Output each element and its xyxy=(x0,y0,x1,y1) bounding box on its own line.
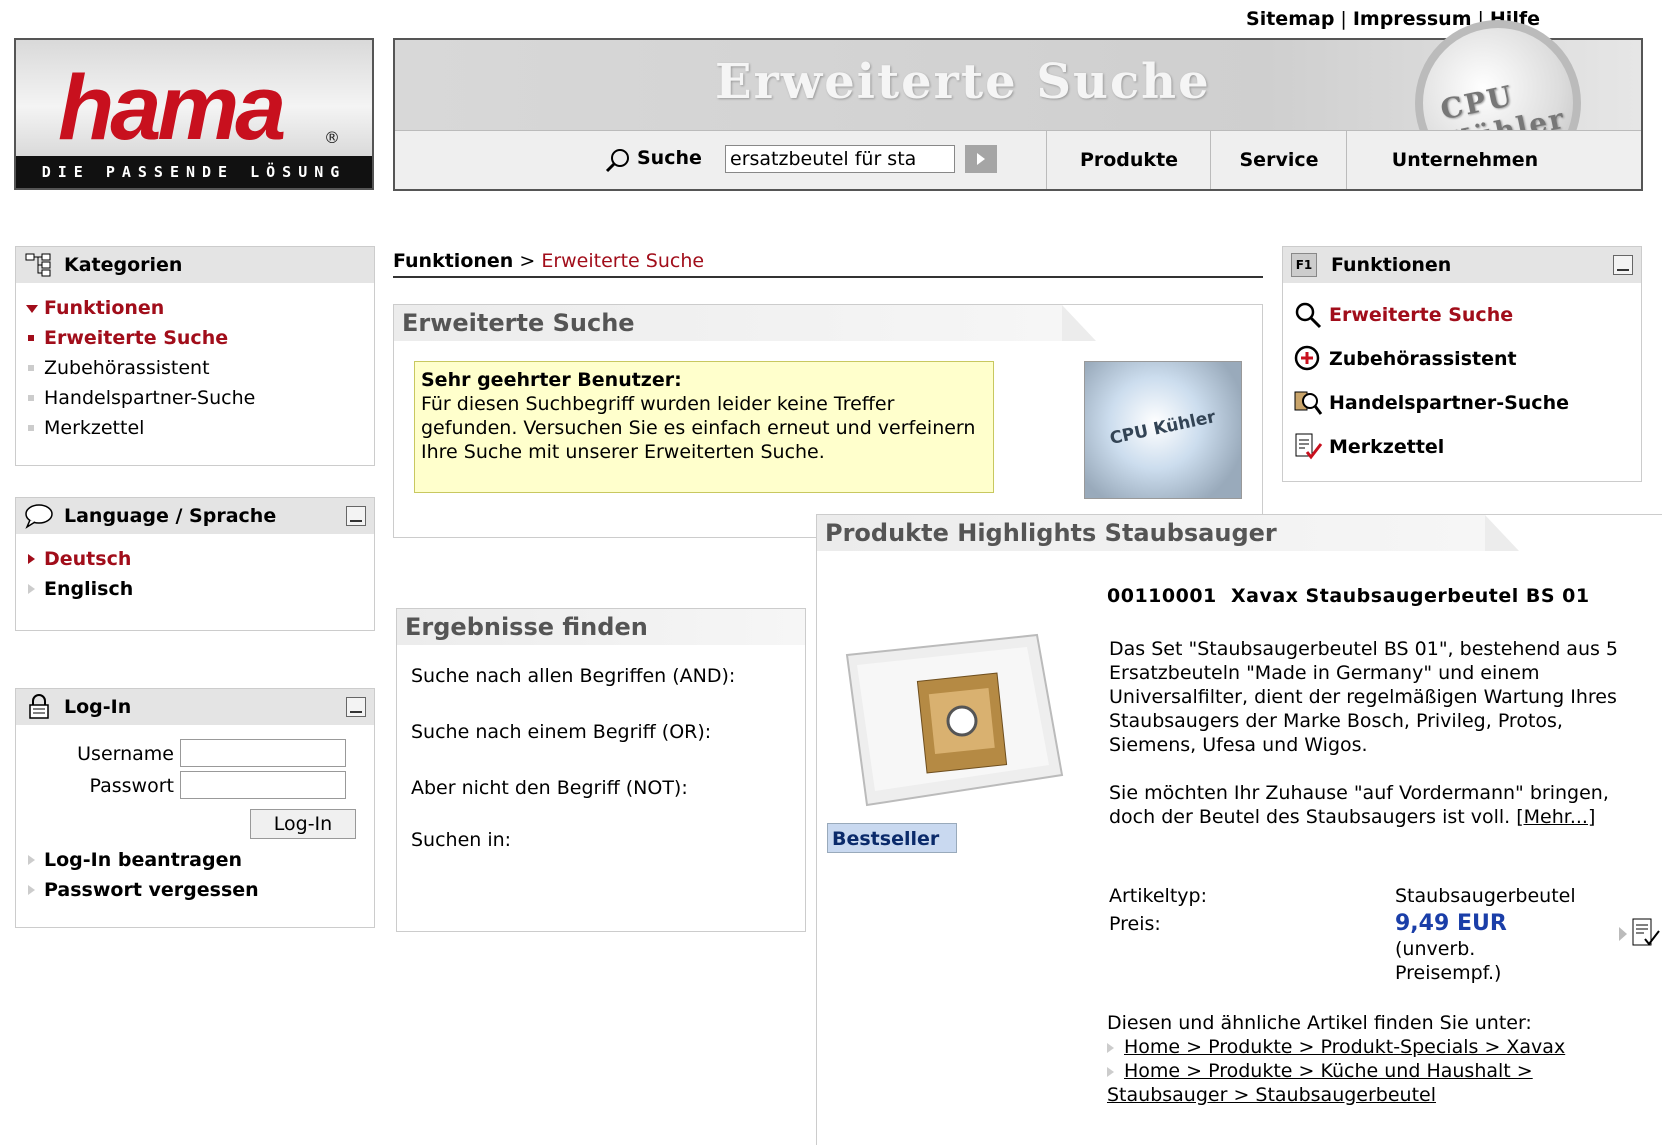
cpu-cooler-image: CPU Kühler xyxy=(1084,361,1242,499)
categories-box: Kategorien Funktionen Erweiterte Suche Z… xyxy=(15,246,375,466)
no-results-notice: Sehr geehrter Benutzer: Für diesen Suchb… xyxy=(414,361,994,493)
language-englisch[interactable]: Englisch xyxy=(26,574,364,604)
lock-icon xyxy=(29,694,49,719)
login-header: Log-In xyxy=(16,689,374,725)
search-submit-button[interactable] xyxy=(965,145,997,173)
login-request-link[interactable]: Log-In beantragen xyxy=(26,845,356,875)
minimize-button[interactable] xyxy=(1613,255,1633,275)
banner-title: Erweiterte Suche xyxy=(715,54,1211,110)
plus-circle-icon xyxy=(1294,345,1320,371)
price-label: Preis: xyxy=(1109,913,1161,935)
login-button[interactable]: Log-In xyxy=(250,809,356,839)
highlights-title: Produkte Highlights Staubsauger xyxy=(817,515,1519,551)
logo-brand: hama xyxy=(58,57,286,159)
type-label: Artikeltyp: xyxy=(1109,885,1207,907)
forgot-password-link[interactable]: Passwort vergessen xyxy=(26,875,356,905)
function-erweiterte-suche[interactable]: Erweiterte Suche xyxy=(1293,293,1631,337)
category-path-link[interactable]: Home > Produkte > Produkt-Specials > Xav… xyxy=(1124,1036,1565,1058)
language-title: Language / Sprache xyxy=(64,505,277,527)
header-nav-bar: Suche Produkte Service Unternehmen xyxy=(395,130,1641,189)
category-path-link[interactable]: Home > Produkte > Küche und Haushalt > xyxy=(1124,1060,1533,1082)
category-paths: Diesen und ähnliche Artikel finden Sie u… xyxy=(1107,1011,1565,1107)
product-title[interactable]: 00110001 Xavax Staubsaugerbeutel BS 01 xyxy=(1107,585,1590,607)
results-panel: Ergebnisse finden Suche nach allen Begri… xyxy=(396,608,806,932)
see-also-label: Diesen und ähnliche Artikel finden Sie u… xyxy=(1107,1012,1532,1034)
search-panel: Erweiterte Suche Sehr geehrter Benutzer:… xyxy=(393,304,1263,538)
and-search-label: Suche nach allen Begriffen (AND): xyxy=(411,665,736,687)
nav-unternehmen[interactable]: Unternehmen xyxy=(1346,131,1583,189)
breadcrumb-parent[interactable]: Funktionen xyxy=(393,250,513,272)
nav-produkte[interactable]: Produkte xyxy=(1046,131,1211,189)
login-box: Log-In Username Passwort Log-In Log-In b… xyxy=(15,688,375,928)
functions-box: F1 Funktionen Erweiterte Suche Zubehöras… xyxy=(1282,246,1642,482)
magnifier-icon xyxy=(1295,302,1322,329)
hama-logo[interactable]: hama ® DIE PASSENDE LÖSUNG xyxy=(14,38,374,190)
category-zubehoerassistent[interactable]: Zubehörassistent xyxy=(26,353,364,383)
language-box: Language / Sprache Deutsch Englisch xyxy=(15,497,375,631)
tree-icon xyxy=(25,253,51,277)
price-value: 9,49 EUR xyxy=(1395,911,1507,936)
banner-title-area: Erweiterte Suche CPU Kühler xyxy=(395,20,1641,186)
nav-service[interactable]: Service xyxy=(1210,131,1347,189)
login-title: Log-In xyxy=(64,696,132,718)
language-header: Language / Sprache xyxy=(16,498,374,534)
results-panel-title: Ergebnisse finden xyxy=(397,609,805,645)
search-input[interactable] xyxy=(725,145,955,173)
type-value: Staubsaugerbeutel xyxy=(1395,885,1576,907)
or-search-label: Suche nach einem Begriff (OR): xyxy=(411,721,712,743)
username-input[interactable] xyxy=(180,739,346,767)
f1-icon: F1 xyxy=(1291,253,1317,277)
impressum-link[interactable]: Impressum xyxy=(1353,8,1472,30)
functions-header: F1 Funktionen xyxy=(1283,247,1641,283)
password-input[interactable] xyxy=(180,771,346,799)
partner-search-icon xyxy=(1294,391,1323,415)
function-merkzettel[interactable]: Merkzettel xyxy=(1293,425,1631,469)
password-label: Passwort xyxy=(89,775,174,797)
category-merkzettel[interactable]: Merkzettel xyxy=(26,413,364,443)
breadcrumb-sep: > xyxy=(519,250,536,272)
speech-bubble-icon xyxy=(25,504,53,529)
sitemap-link[interactable]: Sitemap xyxy=(1246,8,1334,30)
minimize-button[interactable] xyxy=(346,697,366,717)
search-in-label: Suchen in: xyxy=(411,829,512,851)
logo-registered: ® xyxy=(324,128,340,147)
notice-title: Sehr geehrter Benutzer: xyxy=(421,369,682,391)
breadcrumb: Funktionen > Erweiterte Suche xyxy=(393,250,1263,278)
functions-title: Funktionen xyxy=(1331,254,1452,276)
language-deutsch[interactable]: Deutsch xyxy=(26,544,364,574)
username-label: Username xyxy=(77,743,174,765)
logo-tagline: DIE PASSENDE LÖSUNG xyxy=(16,156,372,188)
categories-title: Kategorien xyxy=(64,254,183,276)
more-link[interactable]: [Mehr...] xyxy=(1516,806,1595,828)
function-zubehoerassistent[interactable]: Zubehörassistent xyxy=(1293,337,1631,381)
categories-header: Kategorien xyxy=(16,247,374,283)
category-funktionen[interactable]: Funktionen xyxy=(26,293,364,323)
search-panel-title: Erweiterte Suche xyxy=(394,305,1096,341)
highlights-panel: Produkte Highlights Staubsauger Bestsell… xyxy=(816,514,1662,1145)
search-label: Suche xyxy=(637,147,702,169)
product-description: Das Set "Staubsaugerbeutel BS 01", beste… xyxy=(1109,638,1619,828)
add-to-notepad-icon[interactable] xyxy=(1617,917,1661,956)
category-path-link[interactable]: Staubsauger > Staubsaugerbeutel xyxy=(1107,1084,1436,1106)
category-erweiterte-suche[interactable]: Erweiterte Suche xyxy=(26,323,364,353)
search-icon xyxy=(605,149,629,173)
price-note: (unverb. Preisempf.) xyxy=(1395,938,1502,984)
function-handelspartner-suche[interactable]: Handelspartner-Suche xyxy=(1293,381,1631,425)
breadcrumb-current: Erweiterte Suche xyxy=(541,250,705,272)
notepad-icon xyxy=(1295,433,1323,460)
minimize-button[interactable] xyxy=(346,506,366,526)
vacuum-bag-image[interactable] xyxy=(827,595,1077,815)
bestseller-badge: Bestseller xyxy=(827,823,957,853)
category-handelspartner-suche[interactable]: Handelspartner-Suche xyxy=(26,383,364,413)
header-banner: Erweiterte Suche CPU Kühler Suche Produk… xyxy=(393,20,1643,191)
not-search-label: Aber nicht den Begriff (NOT): xyxy=(411,777,688,799)
notice-text: Für diesen Suchbegriff wurden leider kei… xyxy=(421,393,976,463)
